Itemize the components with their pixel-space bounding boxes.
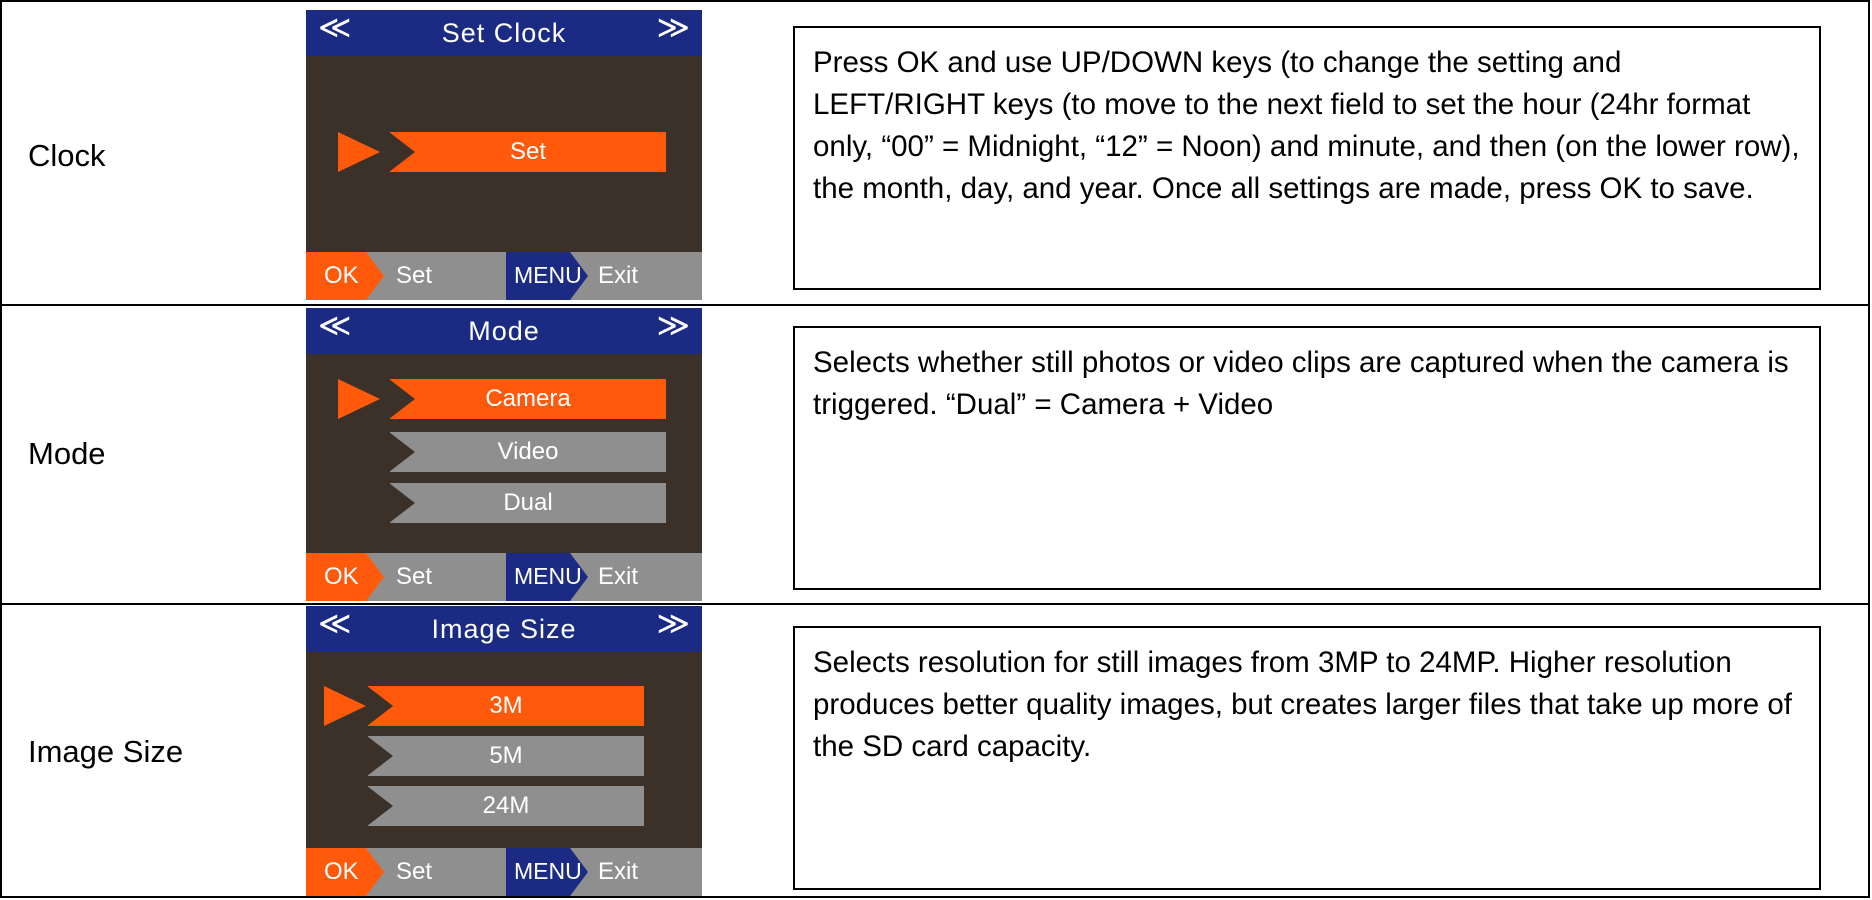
option-dual[interactable]: Dual [389, 483, 666, 523]
image-size-screen: ≪ Image Size ≫ 3M 5M 24M OK Set MENU Exi… [306, 606, 702, 896]
ok-key-label: OK [324, 563, 359, 590]
ok-action-label: Set [396, 563, 433, 590]
selection-pointer-icon [338, 379, 380, 419]
mode-screen: ≪ Mode ≫ Camera Video Dual OK Set MENU E… [306, 308, 702, 601]
menu-key-label: MENU [514, 262, 582, 288]
ok-key-label: OK [324, 262, 359, 289]
ok-action-label: Set [396, 262, 433, 289]
option-5m[interactable]: 5M [367, 736, 644, 776]
clock-screen: ≪ Set Clock ≫ Set OK Set MENU Exit [306, 10, 702, 300]
screen-title-bar: ≪ Image Size ≫ [306, 606, 702, 652]
menu-action-label: Exit [598, 858, 639, 885]
screen-title-bar: ≪ Mode ≫ [306, 308, 702, 354]
screen-title-bar: ≪ Set Clock ≫ [306, 10, 702, 56]
screen-key-hint-bar: OK Set MENU Exit [306, 848, 702, 896]
mode-description: Selects whether still photos or video cl… [793, 326, 1821, 590]
row-label-image-size: Image Size [28, 734, 184, 769]
ok-key-label: OK [324, 858, 359, 885]
table-left-border [0, 0, 2, 898]
screen-title: Set Clock [441, 18, 567, 48]
menu-key-label: MENU [514, 858, 582, 884]
row-divider [0, 603, 1870, 605]
option-3m[interactable]: 3M [367, 686, 644, 726]
menu-action-label: Exit [598, 563, 639, 590]
row-label-mode: Mode [28, 436, 106, 471]
image-size-description: Selects resolution for still images from… [793, 626, 1821, 890]
row-divider [0, 304, 1870, 306]
next-arrow-icon[interactable]: ≫ [657, 308, 691, 344]
option-video[interactable]: Video [389, 432, 666, 472]
screen-key-hint-bar: OK Set MENU Exit [306, 553, 702, 601]
option-set[interactable]: Set [389, 132, 666, 172]
selection-pointer-icon [338, 132, 380, 172]
option-24m[interactable]: 24M [367, 786, 644, 826]
row-label-clock: Clock [28, 138, 106, 173]
selection-pointer-icon [324, 686, 366, 726]
next-arrow-icon[interactable]: ≫ [657, 10, 691, 46]
screen-key-hint-bar: OK Set MENU Exit [306, 252, 702, 300]
menu-key-label: MENU [514, 563, 582, 589]
menu-action-label: Exit [598, 262, 639, 289]
screen-title: Mode [468, 316, 540, 346]
option-camera[interactable]: Camera [389, 379, 666, 419]
screen-title: Image Size [431, 614, 577, 644]
ok-action-label: Set [396, 858, 433, 885]
clock-description: Press OK and use UP/DOWN keys (to change… [793, 26, 1821, 290]
next-arrow-icon[interactable]: ≫ [657, 606, 691, 642]
